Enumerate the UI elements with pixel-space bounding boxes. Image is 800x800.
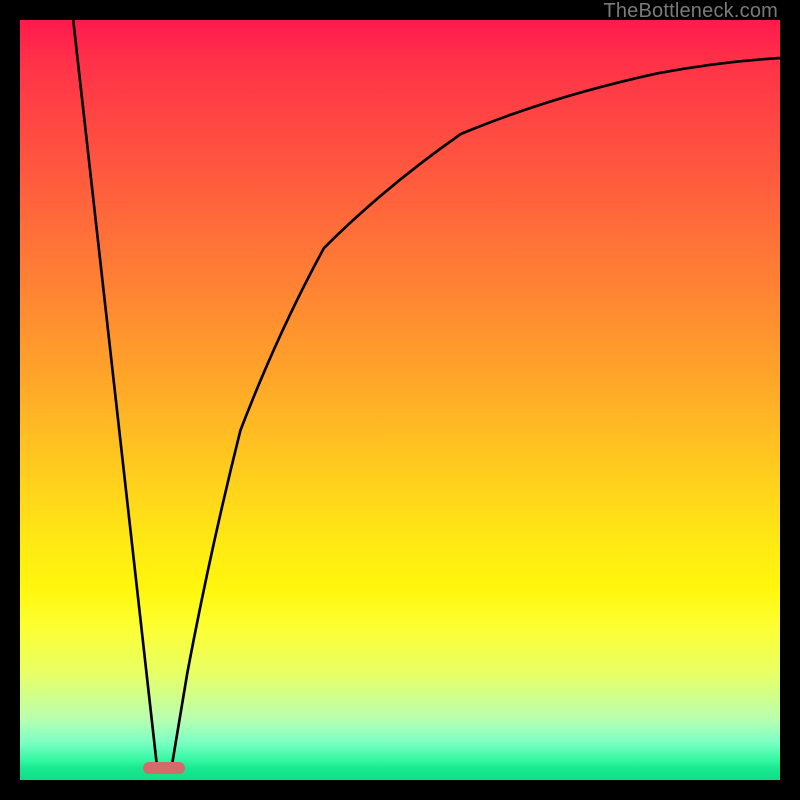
left-line-path bbox=[73, 20, 157, 765]
chart-frame: TheBottleneck.com bbox=[0, 0, 800, 800]
plot-area bbox=[20, 20, 780, 780]
right-curve-path bbox=[172, 58, 780, 765]
optimal-marker bbox=[143, 762, 185, 774]
curve-layer bbox=[20, 20, 780, 780]
